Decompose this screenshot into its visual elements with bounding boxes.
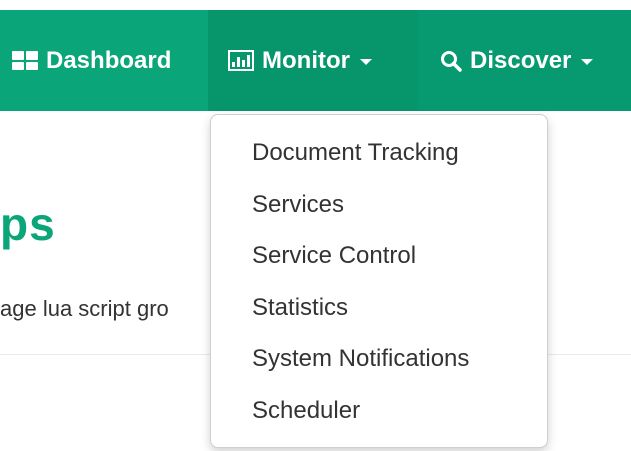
menu-item-system-notifications[interactable]: System Notifications (211, 333, 547, 385)
nav-discover[interactable]: Discover (418, 10, 631, 111)
nav-monitor-label: Monitor (262, 46, 350, 74)
search-icon (440, 50, 462, 72)
top-strip (0, 0, 631, 10)
nav-discover-label: Discover (470, 46, 572, 74)
monitor-dropdown-menu: Document Tracking Services Service Contr… (210, 114, 548, 448)
main-navbar: Dashboard Monitor Discover (0, 10, 631, 111)
bar-chart-icon (228, 50, 254, 71)
nav-monitor[interactable]: Monitor (208, 10, 418, 111)
page-title: ps (0, 198, 56, 250)
chevron-down-icon (581, 59, 594, 65)
nav-dashboard[interactable]: Dashboard (0, 10, 208, 111)
menu-item-statistics[interactable]: Statistics (211, 282, 547, 334)
menu-item-services[interactable]: Services (211, 179, 547, 231)
grid-icon (12, 51, 38, 70)
menu-item-service-control[interactable]: Service Control (211, 230, 547, 282)
nav-dashboard-label: Dashboard (46, 46, 172, 74)
page-description: age lua script gro (0, 296, 169, 321)
menu-item-document-tracking[interactable]: Document Tracking (211, 127, 547, 179)
menu-item-scheduler[interactable]: Scheduler (211, 385, 547, 437)
chevron-down-icon (359, 59, 372, 65)
